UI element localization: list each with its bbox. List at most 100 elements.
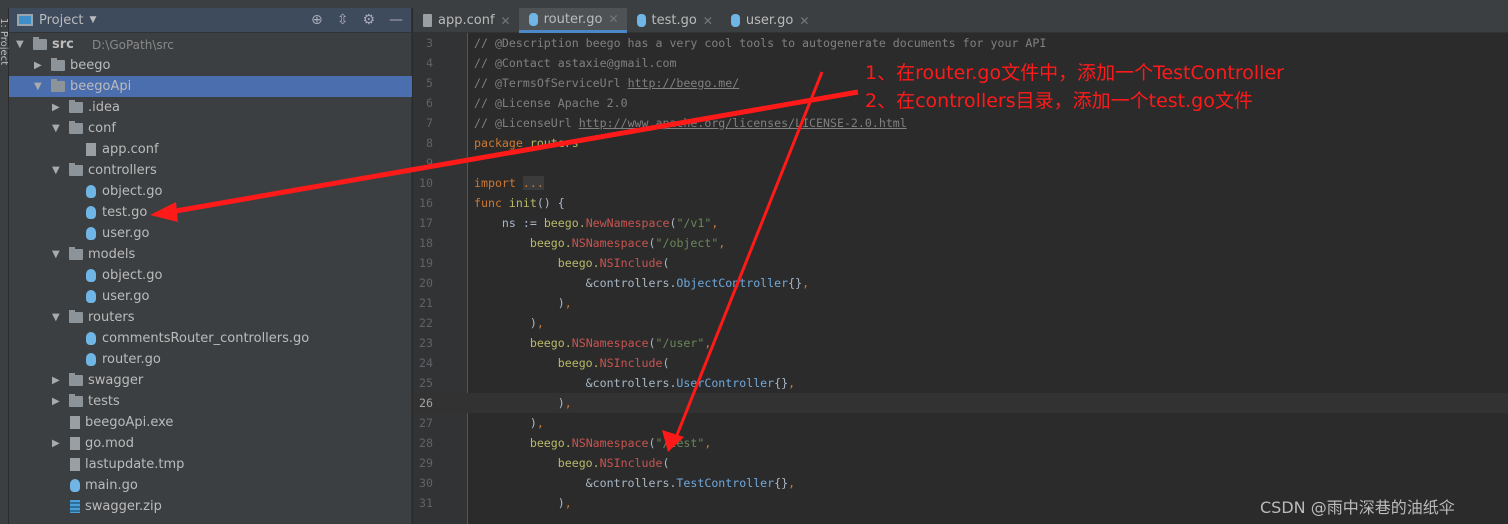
collapsed-arrow-icon[interactable]: ▶ [52, 375, 62, 386]
tree-item[interactable]: object.go [9, 181, 412, 202]
tree-item[interactable]: user.go [9, 223, 412, 244]
tree-item[interactable]: ▼ controllers [9, 160, 412, 181]
locate-icon[interactable]: ⊕ [311, 12, 323, 28]
code-line: 28 beego.NSNamespace("/test", [413, 433, 1508, 453]
code-token: () { [536, 196, 565, 210]
code-token: , [704, 336, 712, 350]
code-token: {} [774, 376, 789, 390]
tree-item[interactable]: beegoApi.exe [9, 412, 412, 433]
close-icon[interactable]: ✕ [608, 12, 618, 26]
tab-router-go[interactable]: router.go ✕ [518, 8, 627, 33]
tree-item[interactable]: ▶ tests [9, 391, 412, 412]
tree-item[interactable]: app.conf [9, 139, 412, 160]
code-token: ) [474, 496, 565, 510]
code-token: // @LicenseUrl [474, 116, 579, 130]
line-number: 7 [426, 116, 433, 130]
go-file-icon [86, 332, 96, 345]
tree-item[interactable]: lastupdate.tmp [9, 454, 412, 475]
tree-item[interactable]: ▼ routers [9, 307, 412, 328]
code-line: 30 &controllers.TestController{}, [413, 473, 1508, 493]
tab-user-go[interactable]: user.go ✕ [721, 8, 818, 33]
code-token: ) [474, 416, 537, 430]
tool-window-stripe[interactable]: 1: Project [0, 8, 9, 524]
code-token: beego. [543, 216, 586, 230]
code-token: "/test" [655, 436, 705, 450]
go-file-icon [86, 353, 96, 366]
close-icon[interactable]: ✕ [703, 14, 713, 28]
close-icon[interactable]: ✕ [799, 14, 809, 28]
code-token: ( [648, 336, 656, 350]
collapsed-arrow-icon[interactable]: ▶ [52, 102, 62, 113]
code-token: beego. [529, 336, 572, 350]
tree-item[interactable]: ▶ .idea [9, 97, 412, 118]
tab-test-go[interactable]: test.go ✕ [627, 8, 721, 33]
code-token: init [508, 196, 537, 210]
code-token: http://www.apache.org/licenses/LICENSE-2… [578, 116, 907, 130]
expanded-arrow-icon[interactable]: ▼ [52, 312, 62, 323]
tree-item[interactable]: user.go [9, 286, 412, 307]
tree-item[interactable]: ▼ beegoApi [9, 76, 412, 97]
collapsed-arrow-icon[interactable]: ▶ [52, 438, 62, 449]
code-token: {} [774, 476, 789, 490]
expanded-arrow-icon[interactable]: ▼ [52, 123, 62, 134]
minimize-icon[interactable]: — [389, 12, 403, 28]
tab-label: user.go [745, 13, 794, 28]
project-view-selector[interactable]: Project [39, 13, 83, 28]
go-file-icon [70, 479, 80, 492]
tree-item[interactable]: ▼ conf [9, 118, 412, 139]
collapsed-arrow-icon[interactable]: ▶ [52, 396, 62, 407]
code-line: 10 import ... [413, 173, 1508, 193]
collapse-icon[interactable]: ⇳ [337, 12, 349, 28]
tree-item[interactable]: swagger.zip [9, 496, 412, 517]
code-text: ), [474, 293, 572, 313]
line-number: 9 [426, 156, 433, 170]
code-token: // @License Apache 2.0 [474, 96, 628, 110]
code-token: ) [474, 396, 565, 410]
tab-app-conf[interactable]: app.conf ✕ [413, 8, 519, 33]
code-token: , [564, 396, 572, 410]
code-text: beego.NSNamespace("/object", [474, 233, 725, 253]
code-text: // @TermsOfServiceUrl http://beego.me/ [474, 73, 739, 93]
project-stripe-label[interactable]: 1: Project [0, 18, 9, 65]
tree-item[interactable]: ▼ models [9, 244, 412, 265]
code-text: import ... [474, 173, 544, 193]
tree-item-label: beegoApi.exe [85, 415, 174, 430]
tree-item[interactable]: commentsRouter_controllers.go [9, 328, 412, 349]
chevron-down-icon[interactable]: ▼ [89, 15, 96, 25]
code-token: ( [648, 236, 656, 250]
tree-item[interactable]: ▶ beego [9, 55, 412, 76]
expanded-arrow-icon[interactable]: ▼ [16, 39, 26, 50]
code-token: ObjectController [676, 276, 789, 290]
collapsed-arrow-icon[interactable]: ▶ [34, 60, 44, 71]
code-token: , [718, 236, 726, 250]
tree-item-label: models [88, 247, 136, 262]
code-token: "/object" [655, 236, 719, 250]
close-icon[interactable]: ✕ [501, 14, 511, 28]
code-line: 25 &controllers.UserController{}, [413, 373, 1508, 393]
expanded-arrow-icon[interactable]: ▼ [52, 165, 62, 176]
code-line: 16 func init() { [413, 193, 1508, 213]
code-text: ), [474, 393, 572, 413]
tree-item[interactable]: ▶ go.mod [9, 433, 412, 454]
config-file-icon [423, 14, 432, 27]
tree-item-label: router.go [102, 352, 161, 367]
gear-icon[interactable]: ⚙ [362, 12, 375, 28]
code-token: // @Description beego has a very cool to… [474, 36, 1047, 50]
line-number: 24 [419, 356, 433, 370]
expanded-arrow-icon[interactable]: ▼ [52, 249, 62, 260]
tree-item[interactable]: object.go [9, 265, 412, 286]
line-number: 4 [426, 56, 433, 70]
code-token: , [704, 436, 712, 450]
code-line: 20 &controllers.ObjectController{}, [413, 273, 1508, 293]
code-token: , [536, 416, 544, 430]
tree-item[interactable]: ▼ src D:\GoPath\src [9, 34, 412, 55]
tree-item[interactable]: router.go [9, 349, 412, 370]
code-token: &controllers. [474, 476, 677, 490]
tree-item[interactable]: ▶ swagger [9, 370, 412, 391]
tree-item[interactable]: test.go [9, 202, 412, 223]
expanded-arrow-icon[interactable]: ▼ [34, 81, 44, 92]
code-token: "/v1" [676, 216, 712, 230]
code-token: routers [529, 136, 579, 150]
tree-item[interactable]: main.go [9, 475, 412, 496]
project-icon [17, 14, 33, 26]
